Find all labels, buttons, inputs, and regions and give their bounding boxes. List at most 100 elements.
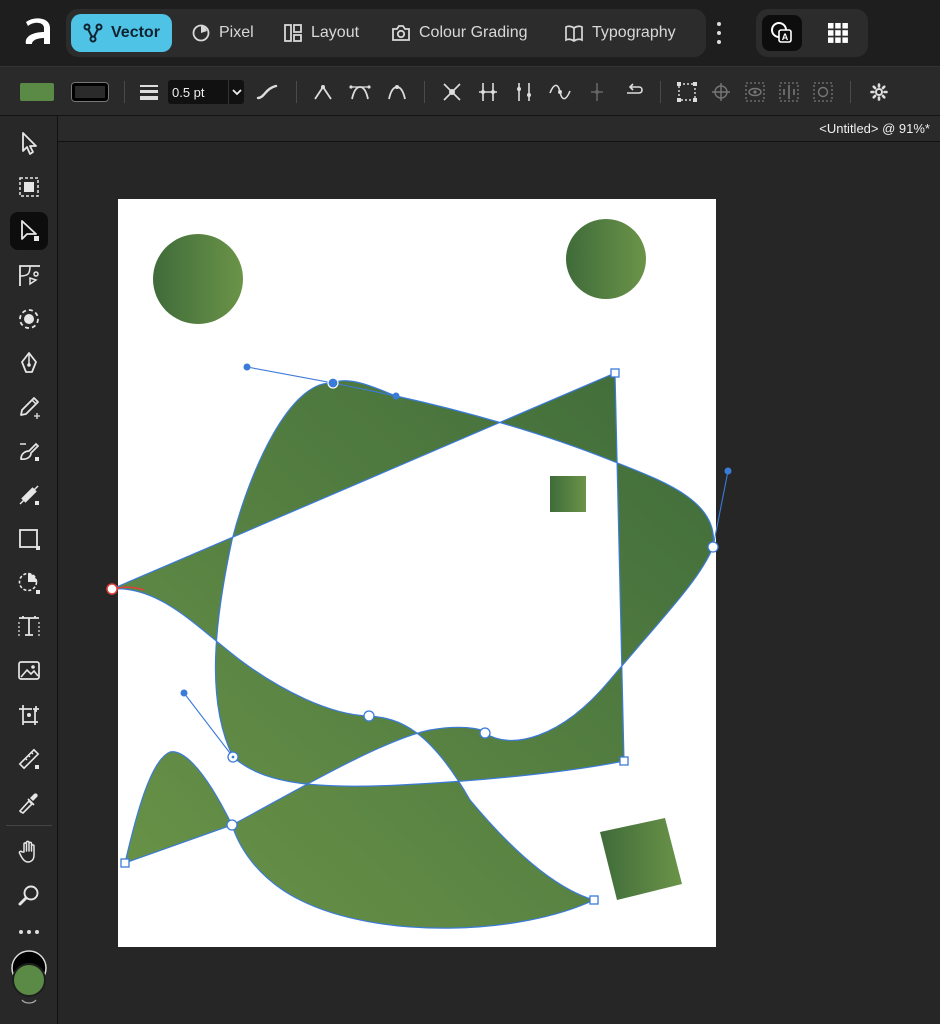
stroke-lines-icon — [140, 85, 158, 100]
join-nodes-icon — [443, 83, 461, 101]
pen-tool-button[interactable] — [10, 344, 48, 382]
sharp-node-button[interactable] — [310, 79, 336, 105]
image-tool-icon — [18, 661, 40, 680]
tools-panel — [0, 116, 58, 1024]
assets-toggle-button[interactable]: A — [762, 15, 802, 51]
gear-icon — [870, 83, 888, 101]
pencil-tool-icon — [20, 397, 40, 419]
close-curve-icon — [517, 83, 531, 101]
persona-label: Vector — [111, 24, 160, 41]
action-close-curve-button[interactable] — [510, 79, 538, 105]
divider — [124, 81, 125, 103]
persona-colour-grading-button[interactable]: Colour Grading — [379, 14, 540, 52]
align-nodes-icon — [779, 82, 799, 102]
eye-box-icon — [745, 82, 765, 102]
action-break-button[interactable] — [474, 79, 502, 105]
measure-tool-icon — [18, 748, 40, 770]
action-smooth-curve-button[interactable] — [546, 79, 574, 105]
svg-text:A: A — [782, 32, 789, 42]
pixel-persona-icon — [192, 24, 210, 42]
rectangle-tool-button[interactable] — [10, 520, 48, 558]
image-tool-button[interactable] — [10, 652, 48, 690]
grid-view-button[interactable] — [818, 15, 858, 51]
crosshair-icon — [712, 83, 730, 101]
shape-builder-tool-icon — [19, 309, 39, 329]
measure-tool-button[interactable] — [10, 740, 48, 778]
vector-brush-tool-button[interactable] — [10, 432, 48, 470]
show-handles-button[interactable] — [742, 79, 768, 105]
reverse-curve-icon — [627, 83, 643, 94]
sharp-corner-icon — [314, 85, 332, 100]
pressure-button[interactable] — [254, 79, 280, 105]
persona-pixel-button[interactable]: Pixel — [179, 14, 266, 52]
frame-text-tool-icon — [18, 616, 40, 636]
place-tool-button[interactable] — [10, 696, 48, 734]
artboard-select-tool-button[interactable] — [10, 168, 48, 206]
node-tool-icon — [21, 220, 39, 241]
divider — [850, 81, 851, 103]
bounding-box-icon — [677, 82, 697, 102]
break-curve-icon — [479, 83, 497, 101]
persona-label: Layout — [311, 24, 360, 41]
hand-tool-button[interactable] — [10, 833, 48, 871]
rotate-box-icon — [813, 82, 833, 102]
persona-layout-button[interactable]: Layout — [271, 14, 371, 52]
divider — [296, 81, 297, 103]
book-icon — [565, 25, 583, 43]
persona-label: Typography — [592, 24, 676, 41]
corner-tool-button[interactable] — [10, 256, 48, 294]
persona-switcher: Vector Pixel Layout Colour Grading Typog… — [66, 9, 706, 57]
zoom-tool-icon — [18, 885, 39, 906]
pie-tool-button[interactable] — [10, 564, 48, 602]
move-tool-button[interactable] — [10, 124, 48, 162]
artboard[interactable] — [118, 199, 716, 947]
transform-mode-button[interactable] — [674, 79, 700, 105]
place-tool-icon — [19, 705, 39, 725]
app-logo-icon[interactable] — [20, 14, 56, 50]
hand-tool-icon — [18, 840, 35, 863]
action-join-button[interactable] — [438, 79, 466, 105]
pie-tool-icon — [18, 572, 40, 594]
persona-label: Pixel — [219, 24, 254, 41]
fill-tool-button[interactable] — [10, 476, 48, 514]
node-tool-button[interactable] — [10, 212, 48, 250]
smooth-curve-icon — [549, 84, 571, 100]
split-disabled-icon — [591, 83, 603, 101]
settings-button[interactable] — [866, 79, 892, 105]
document-title[interactable]: <Untitled> @ 91%* — [819, 121, 930, 136]
zoom-tool-button[interactable] — [10, 877, 48, 915]
layout-persona-icon — [284, 24, 302, 42]
vector-brush-tool-icon — [20, 442, 40, 461]
document-tab-bar: <Untitled> @ 91%* — [58, 116, 940, 142]
fill-colour-swatch[interactable] — [20, 83, 54, 101]
pen-tool-icon — [21, 352, 37, 373]
colour-picker-tool-button[interactable] — [10, 784, 48, 822]
align-nodes-button[interactable] — [776, 79, 802, 105]
stroke-width-value: 0.5 pt — [172, 84, 205, 100]
studio-controls: A — [756, 9, 868, 57]
persona-vector-button[interactable]: Vector — [71, 14, 172, 52]
more-tools-button[interactable] — [10, 922, 48, 942]
action-reverse-disabled-button[interactable] — [584, 79, 610, 105]
stroke-width-dropdown[interactable] — [228, 80, 244, 104]
frame-text-tool-button[interactable] — [10, 608, 48, 646]
snap-to-node-button[interactable] — [708, 79, 734, 105]
smart-corner-icon — [388, 85, 406, 100]
stroke-colour-swatch[interactable] — [72, 83, 108, 101]
shape-builder-tool-button[interactable] — [10, 300, 48, 338]
persona-typography-button[interactable]: Typography — [552, 14, 688, 52]
colour-well-icon[interactable] — [10, 948, 48, 1006]
stroke-style-button[interactable] — [138, 79, 160, 105]
vector-persona-icon — [83, 23, 103, 43]
artboard-select-tool-icon — [19, 177, 39, 197]
action-reverse-curve-button[interactable] — [620, 79, 648, 105]
smooth-node-button[interactable] — [346, 79, 374, 105]
pencil-tool-button[interactable] — [10, 388, 48, 426]
stroke-width-field[interactable]: 0.5 pt — [168, 80, 244, 104]
colour-picker-tool-icon — [18, 793, 38, 814]
persona-label: Colour Grading — [419, 24, 528, 41]
more-options-button[interactable] — [710, 18, 728, 48]
pressure-curve-icon — [256, 84, 278, 100]
rotate-nodes-button[interactable] — [810, 79, 836, 105]
smart-node-button[interactable] — [384, 79, 410, 105]
